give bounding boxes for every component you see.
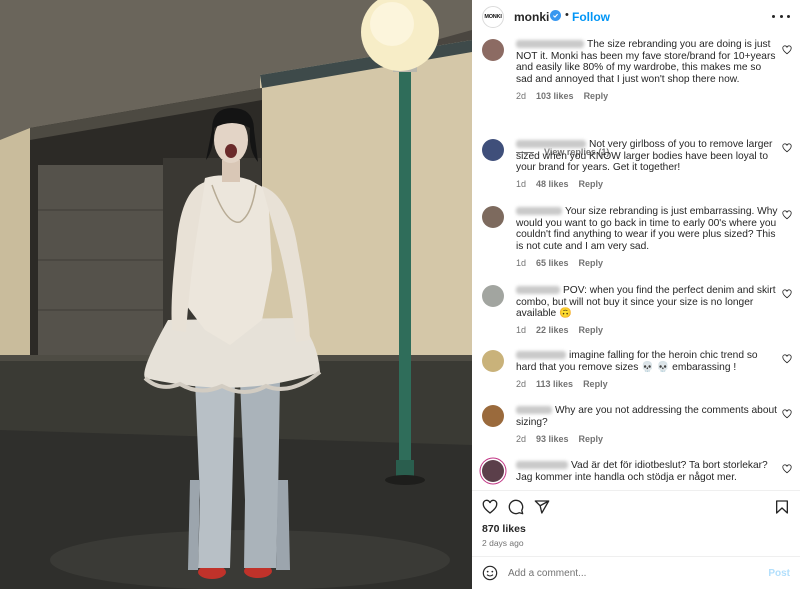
comment-text: Not very girlboss of you to remove large…: [516, 139, 778, 174]
comment-text: Why are you not addressing the comments …: [516, 405, 778, 428]
comment-icon[interactable]: [508, 499, 524, 515]
commenter-username-blurred[interactable]: [516, 40, 584, 48]
comment-meta: 2d 113 likes Reply: [516, 379, 618, 389]
bookmark-icon[interactable]: [774, 499, 790, 515]
account-username[interactable]: monki: [514, 10, 549, 24]
comment-meta: 2d 93 likes Reply: [516, 434, 613, 444]
comment-likes[interactable]: 48 likes: [536, 179, 569, 189]
commenter-username-blurred[interactable]: [516, 140, 586, 148]
commenter-avatar[interactable]: [482, 139, 504, 161]
post-photo[interactable]: [0, 0, 472, 589]
reply-button[interactable]: Reply: [584, 91, 609, 101]
comment-age: 2d: [516, 91, 527, 101]
comments-list[interactable]: The size rebranding you are doing is jus…: [472, 34, 800, 490]
commenter-username-blurred[interactable]: [516, 461, 568, 469]
share-icon[interactable]: [534, 499, 550, 515]
add-comment-bar: Post: [472, 556, 800, 589]
avatar-label: MONKI: [484, 14, 502, 20]
comment-like-icon[interactable]: [782, 289, 792, 299]
comment-text: The size rebranding you are doing is jus…: [516, 39, 778, 85]
comment-age: 2d: [516, 379, 527, 389]
commenter-avatar[interactable]: [482, 460, 504, 482]
comment-age: 2d: [516, 434, 527, 444]
comment-content: Why are you not addressing the comments …: [516, 405, 777, 428]
likes-count[interactable]: 870 likes: [482, 523, 526, 535]
reply-button[interactable]: Reply: [579, 325, 604, 335]
comment-meta: 1d 65 likes Reply: [516, 258, 613, 268]
comment-likes[interactable]: 113 likes: [536, 379, 573, 389]
comment-like-icon[interactable]: [782, 210, 792, 220]
comment-input[interactable]: [508, 564, 758, 582]
post-actions: 870 likes 2 days ago: [472, 490, 800, 556]
account-avatar[interactable]: MONKI: [482, 6, 504, 28]
reply-button[interactable]: Reply: [579, 258, 604, 268]
follow-button[interactable]: Follow: [572, 10, 610, 24]
commenter-username-blurred[interactable]: [516, 207, 562, 215]
reply-button[interactable]: Reply: [583, 379, 608, 389]
commenter-username-blurred[interactable]: [516, 351, 566, 359]
comment-meta: 1d 22 likes Reply: [516, 325, 613, 335]
fashion-photo: [0, 0, 472, 589]
comment-age: 1d: [516, 179, 527, 189]
comment-age: 1d: [516, 258, 527, 268]
commenter-username-blurred[interactable]: [516, 406, 552, 414]
comment-meta: 1d 48 likes Reply: [516, 179, 613, 189]
more-options-icon[interactable]: [772, 8, 790, 24]
comment-meta: 2d 103 likes Reply: [516, 91, 618, 101]
comment-likes[interactable]: 22 likes: [536, 325, 569, 335]
reply-button[interactable]: Reply: [579, 179, 604, 189]
comment-age: 1d: [516, 325, 527, 335]
commenter-username-blurred[interactable]: [516, 286, 560, 294]
heart-icon[interactable]: [482, 499, 498, 515]
separator-dot: •: [565, 9, 569, 21]
verified-badge-icon: [550, 10, 561, 21]
commenter-avatar[interactable]: [482, 39, 504, 61]
commenter-avatar[interactable]: [482, 405, 504, 427]
emoji-icon[interactable]: [482, 565, 498, 581]
comment-text: Your size rebranding is just embarrassin…: [516, 206, 778, 252]
comment-text: POV: when you find the perfect denim and…: [516, 285, 778, 320]
comment-like-icon[interactable]: [782, 354, 792, 364]
comment-like-icon[interactable]: [782, 464, 792, 474]
reply-button[interactable]: Reply: [579, 434, 604, 444]
comment-likes[interactable]: 65 likes: [536, 258, 569, 268]
post-comment-button[interactable]: Post: [768, 568, 790, 579]
commenter-avatar[interactable]: [482, 285, 504, 307]
post-sidebar: MONKI monki • Follow The size rebranding…: [472, 0, 800, 589]
post-header: MONKI monki • Follow: [472, 0, 800, 34]
post-date: 2 days ago: [482, 538, 524, 548]
comment-text: imagine falling for the heroin chic tren…: [516, 350, 778, 373]
comment-like-icon[interactable]: [782, 409, 792, 419]
comment-like-icon[interactable]: [782, 45, 792, 55]
commenter-avatar[interactable]: [482, 350, 504, 372]
comment-like-icon[interactable]: [782, 143, 792, 153]
comment-likes[interactable]: 103 likes: [536, 91, 574, 101]
commenter-avatar[interactable]: [482, 206, 504, 228]
comment-text: Vad är det för idiotbeslut? Ta bort stor…: [516, 460, 778, 483]
comment-likes[interactable]: 93 likes: [536, 434, 569, 444]
